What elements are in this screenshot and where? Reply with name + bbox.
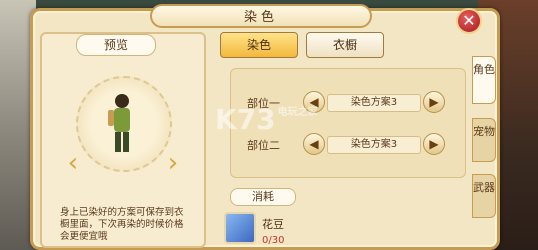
cost-item-count: 0/30 <box>262 235 285 246</box>
bean-item-icon <box>224 212 256 244</box>
side-tab-pet[interactable]: 宠物 <box>472 118 496 162</box>
watermark-text: K73 <box>215 103 276 136</box>
preview-description: 身上已染好的方案可保存到衣橱里面，下次再染的时候价格会更便宜哦 <box>60 207 184 242</box>
dye-tab-button[interactable]: 染色 <box>220 32 298 58</box>
cost-item-name: 花豆 <box>262 218 284 231</box>
part-label: 部位二 <box>247 139 280 152</box>
dye-settings: 染色 衣橱 部位一 ◀ 染色方案3 ▶ 部位二 ◀ 染色方案3 ▶ 消耗 花豆 … <box>220 32 468 248</box>
watermark-subtext: 电玩之家 <box>277 107 318 118</box>
previous-scheme-icon[interactable]: ◀ <box>303 133 325 155</box>
part-scheme-value: 染色方案3 <box>327 94 421 112</box>
watermark-logo: K73 电玩之家 <box>215 103 318 136</box>
side-tab-character[interactable]: 角色 <box>472 56 496 104</box>
wardrobe-button[interactable]: 衣橱 <box>306 32 384 58</box>
next-scheme-icon[interactable]: ▶ <box>423 91 445 113</box>
close-button[interactable]: ✕ <box>456 8 482 34</box>
part-row: 部位二 ◀ 染色方案3 ▶ <box>231 133 467 157</box>
cost-title: 消耗 <box>230 188 296 206</box>
next-scheme-icon[interactable]: ▶ <box>423 133 445 155</box>
rotate-left-icon[interactable]: ‹ <box>62 148 84 178</box>
character-figure <box>108 94 130 152</box>
part-scheme-value: 染色方案3 <box>327 136 421 154</box>
window-title: 染色 <box>243 10 278 25</box>
preview-tab: 预览 <box>76 34 156 56</box>
rotate-right-icon[interactable]: › <box>162 148 184 178</box>
title-bar: 染色 <box>150 4 372 28</box>
side-tab-weapon[interactable]: 武器 <box>472 174 496 218</box>
